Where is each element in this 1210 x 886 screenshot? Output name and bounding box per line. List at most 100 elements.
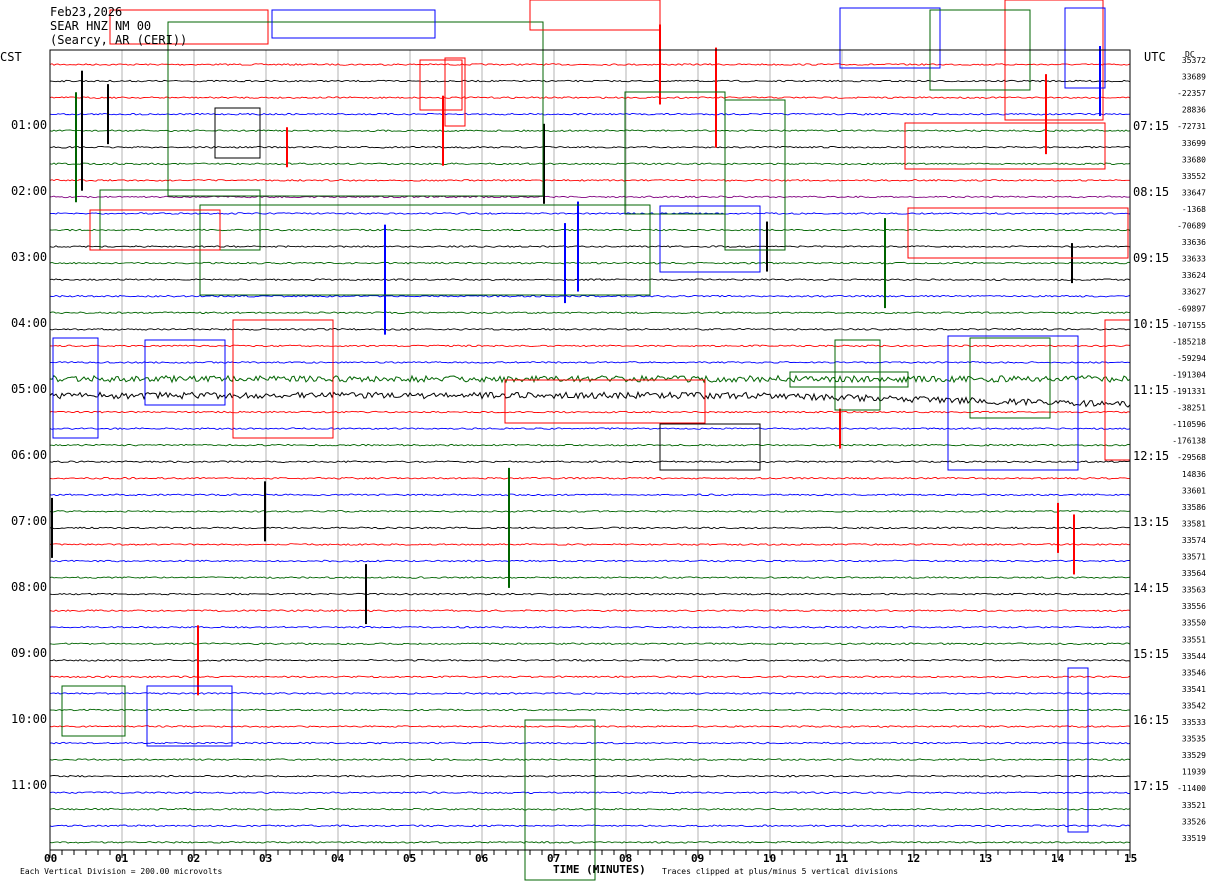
clip-box bbox=[214, 107, 261, 159]
scale-note: Each Vertical Division = 200.00 microvol… bbox=[20, 867, 222, 876]
trace-line bbox=[49, 476, 1131, 480]
trace-line bbox=[49, 675, 1131, 679]
clipped-trace-overlays bbox=[52, 0, 1131, 881]
dc-offset-label: 33550 bbox=[1182, 619, 1206, 628]
trace-line bbox=[49, 278, 1131, 281]
utc-hour-label: 12:15 bbox=[1133, 449, 1169, 463]
dc-offset-label: 14836 bbox=[1182, 470, 1206, 479]
dc-offset-label: 33633 bbox=[1182, 255, 1206, 264]
trace-line bbox=[49, 576, 1131, 579]
utc-axis-title: UTC bbox=[1144, 50, 1166, 64]
trace-line bbox=[49, 162, 1131, 166]
trace-line bbox=[49, 79, 1131, 83]
trace-line bbox=[50, 145, 1131, 149]
clip-box bbox=[907, 207, 1129, 259]
dc-offset-label: 33544 bbox=[1182, 652, 1206, 661]
dc-offset-label: 33526 bbox=[1182, 817, 1206, 826]
utc-hour-label: 11:15 bbox=[1133, 383, 1169, 397]
cst-hour-label: 10:00 bbox=[11, 712, 47, 726]
trace-line bbox=[49, 294, 1131, 298]
trace-line bbox=[49, 625, 1131, 629]
dc-offset-label: 33571 bbox=[1182, 553, 1206, 562]
trace-line bbox=[49, 427, 1131, 430]
trace-line bbox=[49, 824, 1131, 828]
dc-offset-label: 35372 bbox=[1182, 56, 1206, 65]
clip-box bbox=[659, 205, 761, 273]
dc-offset-label: 28836 bbox=[1182, 106, 1206, 115]
dc-offset-label: -38251 bbox=[1177, 404, 1206, 413]
helicorder-plot: Feb23,2026 SEAR HNZ NM 00 (Searcy, AR (C… bbox=[0, 0, 1206, 881]
header-station: SEAR HNZ NM 00 bbox=[50, 19, 151, 33]
dc-offset-label: -176138 bbox=[1172, 437, 1206, 446]
cst-hour-label: 02:00 bbox=[11, 184, 47, 198]
utc-hour-labels: 07:15 08:15 09:15 10:15 11:15 12:15 13:15 14:15… bbox=[1133, 119, 1169, 793]
dc-offset-label: 33552 bbox=[1182, 172, 1206, 181]
trace-line bbox=[49, 228, 1131, 232]
trace-line bbox=[50, 344, 1131, 348]
dc-offset-label: 33647 bbox=[1182, 188, 1206, 197]
dc-offset-label: -110596 bbox=[1172, 420, 1206, 429]
dc-offset-label: 33535 bbox=[1182, 735, 1206, 744]
trace-line bbox=[49, 460, 1131, 464]
grid-lines bbox=[121, 50, 1059, 850]
trace-line bbox=[49, 526, 1131, 530]
dc-offset-label: 33546 bbox=[1182, 668, 1206, 677]
clip-box bbox=[232, 319, 334, 439]
trace-line bbox=[49, 592, 1131, 596]
clip-box bbox=[839, 7, 941, 69]
utc-hour-label: 07:15 bbox=[1133, 119, 1169, 133]
dc-offset-label: -69897 bbox=[1177, 304, 1206, 313]
trace-line bbox=[49, 543, 1130, 546]
utc-hour-label: 09:15 bbox=[1133, 251, 1169, 265]
trace-line bbox=[49, 692, 1131, 695]
utc-hour-label: 16:15 bbox=[1133, 713, 1169, 727]
clip-box bbox=[271, 9, 436, 39]
trace-line bbox=[49, 609, 1131, 612]
dc-offset-label: -72731 bbox=[1177, 122, 1206, 131]
trace-line bbox=[49, 63, 1131, 66]
utc-hour-label: 13:15 bbox=[1133, 515, 1169, 529]
dc-offset-label: -70689 bbox=[1177, 222, 1206, 231]
cst-hour-label: 03:00 bbox=[11, 250, 47, 264]
clip-box bbox=[529, 0, 661, 31]
trace-line bbox=[49, 129, 1131, 133]
dc-offset-label: 33556 bbox=[1182, 602, 1206, 611]
dc-offset-label: 11939 bbox=[1182, 768, 1206, 777]
cst-hour-label: 08:00 bbox=[11, 580, 47, 594]
cst-hour-labels: 01:00 02:00 03:00 04:00 05:00 06:00 07:00 08:00… bbox=[11, 118, 47, 792]
utc-hour-label: 10:15 bbox=[1133, 317, 1169, 331]
clip-box bbox=[1104, 319, 1131, 461]
dc-offset-label: 33581 bbox=[1182, 519, 1206, 528]
trace-line bbox=[49, 179, 1130, 182]
cst-hour-label: 07:00 bbox=[11, 514, 47, 528]
cst-hour-label: 06:00 bbox=[11, 448, 47, 462]
clip-box bbox=[146, 685, 233, 747]
dc-offset-label: 33636 bbox=[1182, 238, 1206, 247]
trace-line bbox=[49, 311, 1131, 315]
trace-line bbox=[49, 410, 1131, 414]
dc-offset-label: 33627 bbox=[1182, 288, 1206, 297]
clip-box bbox=[724, 99, 786, 251]
utc-hour-label: 08:15 bbox=[1133, 185, 1169, 199]
trace-line bbox=[49, 112, 1131, 116]
dc-offset-label: 33586 bbox=[1182, 503, 1206, 512]
clip-box bbox=[52, 337, 99, 439]
dc-offset-label: 33533 bbox=[1182, 718, 1206, 727]
dc-offset-label: -107155 bbox=[1172, 321, 1206, 330]
trace-line bbox=[49, 774, 1131, 778]
clip-box bbox=[504, 379, 706, 424]
dc-offset-label: -29568 bbox=[1177, 453, 1206, 462]
clip-box bbox=[199, 204, 651, 296]
dc-offset-label: -59294 bbox=[1177, 354, 1206, 363]
dc-offset-label: 33519 bbox=[1182, 834, 1206, 843]
dc-offset-label: 33680 bbox=[1182, 155, 1206, 164]
clip-box bbox=[99, 189, 261, 251]
dc-offset-label: -22357 bbox=[1177, 89, 1206, 98]
clip-box bbox=[419, 59, 463, 111]
trace-line bbox=[49, 642, 1131, 646]
dc-offset-label: 33624 bbox=[1182, 271, 1206, 280]
dc-offset-label: 33563 bbox=[1182, 586, 1206, 595]
dc-offset-label: 33541 bbox=[1182, 685, 1206, 694]
trace-line bbox=[49, 658, 1131, 662]
time-tick-label: 00 bbox=[44, 852, 57, 865]
